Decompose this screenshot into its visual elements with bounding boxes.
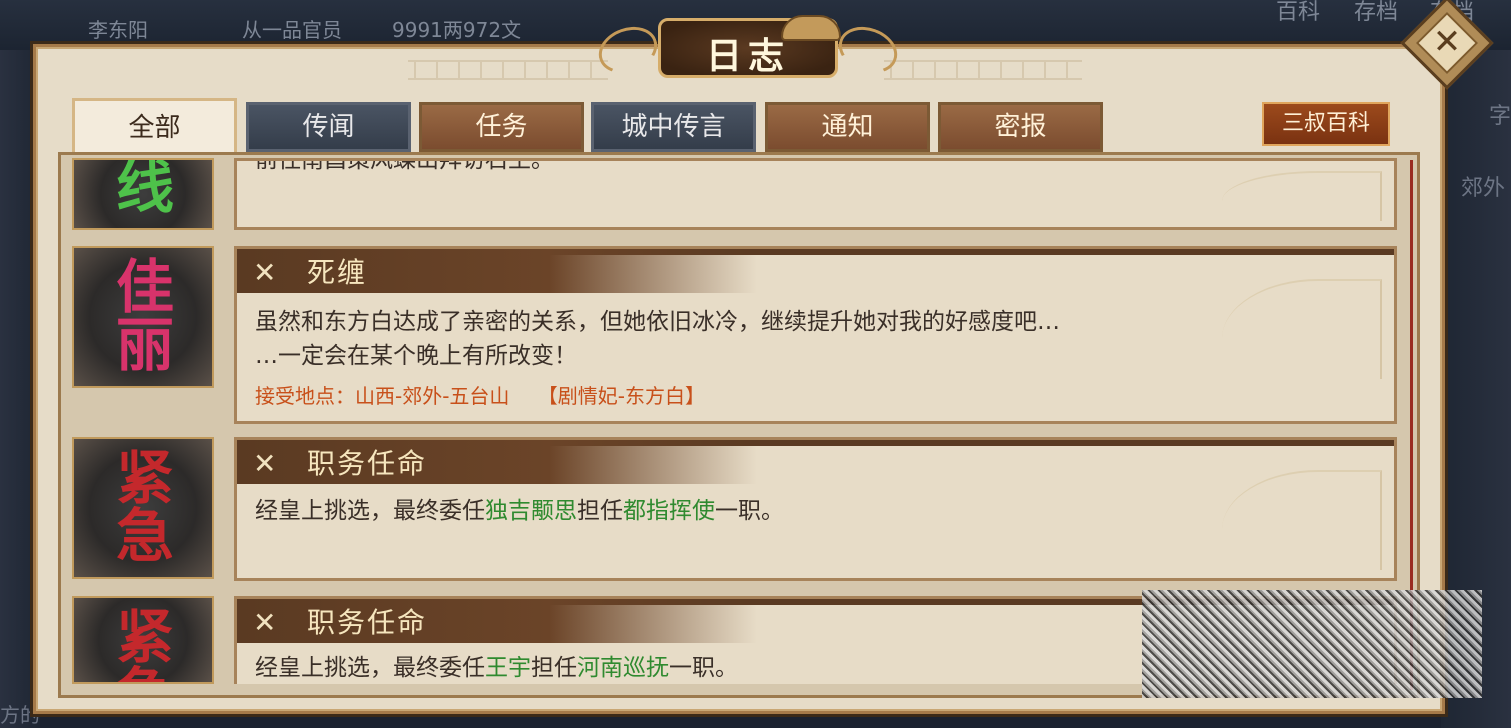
tab-rumors[interactable]: 传闻 <box>246 102 411 152</box>
person-name[interactable]: 独吉颙思 <box>485 498 577 524</box>
bg-player-rank: 从一品官员 <box>242 18 342 42</box>
bg-right-label-1: 字 <box>1488 104 1511 129</box>
body-text: 担任 <box>531 655 577 681</box>
entry-header: ✕ 死缠 <box>237 249 1394 297</box>
body-text: 担任 <box>577 498 623 524</box>
dragon-left-ornament <box>592 19 664 81</box>
tab-all[interactable]: 全部 <box>72 98 237 156</box>
badge-char-2: 急 <box>115 502 174 570</box>
close-icon[interactable]: ✕ <box>1432 18 1462 66</box>
entry-badge-questline: 线 <box>72 158 214 230</box>
entry-badge-beauty: 佳 丽 <box>72 246 214 388</box>
obscured-region <box>1142 590 1482 698</box>
tab-quests[interactable]: 任务 <box>419 102 584 152</box>
bg-save-label: 存档 <box>1354 0 1399 25</box>
badge-char-1: 佳 <box>115 253 174 321</box>
dialog-title: 日志 <box>705 35 790 77</box>
body-text: 经皇上挑选，最终委任 <box>255 498 485 524</box>
post-name[interactable]: 河南巡抚 <box>577 655 669 681</box>
tab-city-gossip[interactable]: 城中传言 <box>591 102 756 152</box>
tab-notices[interactable]: 通知 <box>765 102 930 152</box>
title-plaque: 日志 <box>592 8 904 86</box>
entry-title: 死缠 <box>307 256 368 289</box>
bg-right-label-2: 郊外 <box>1460 176 1505 201</box>
crossed-swords-icon: ✕ <box>253 256 277 289</box>
entry-body-line-1: 虽然和东方白达成了亲密的关系，但她依旧冰冷，继续提升她对我的好感度吧… <box>255 309 1060 335</box>
log-entry-card[interactable]: ✕ 死缠 虽然和东方白达成了亲密的关系，但她依旧冰冷，继续提升她对我的好感度吧…… <box>234 246 1397 424</box>
entry-body: 经皇上挑选，最终委任王宇担任河南巡抚一职。 <box>255 651 738 684</box>
badge-char: 线 <box>115 158 174 221</box>
body-text: 经皇上挑选，最终委任 <box>255 655 485 681</box>
entry-header: ✕ 职务任命 <box>237 440 1394 488</box>
fret-border-right <box>884 60 1082 80</box>
fret-border-left <box>408 60 608 80</box>
body-text: 一职。 <box>669 655 738 681</box>
bg-player-money: 9991两972文 <box>392 18 522 42</box>
encyclopedia-button[interactable]: 三叔百科 <box>1262 102 1390 146</box>
entry-body-line-2: …一定会在某个晚上有所改变！ <box>255 343 577 369</box>
entry-title: 职务任命 <box>307 606 428 639</box>
person-name[interactable]: 王宇 <box>485 655 531 681</box>
badge-char-2: 急 <box>74 664 212 682</box>
badge-char-1: 紧 <box>115 603 174 671</box>
log-entry-card[interactable]: 前往南昌策风蝶山拜访石王。 <box>234 158 1397 230</box>
mountain-decoration <box>1222 171 1382 221</box>
crossed-swords-icon: ✕ <box>253 447 277 480</box>
bg-encyclopedia-label: 百科 <box>1276 0 1321 25</box>
bg-player-name: 李东阳 <box>88 18 148 42</box>
entry-badge-urgent: 紧 急 <box>72 596 214 684</box>
tab-secret-reports[interactable]: 密报 <box>938 102 1103 152</box>
dragon-right-ornament <box>832 19 904 81</box>
post-name[interactable]: 都指挥使 <box>623 498 715 524</box>
entry-title: 职务任命 <box>307 447 428 480</box>
title-bar: 日志 <box>658 15 841 78</box>
entry-tag[interactable]: 【剧情妃-东方白】 <box>538 384 705 408</box>
log-entry-card[interactable]: ✕ 职务任命 经皇上挑选，最终委任独吉颙思担任都指挥使一职。 <box>234 437 1397 581</box>
badge-char-1: 紧 <box>115 444 174 512</box>
body-text: 一职。 <box>715 498 784 524</box>
entry-location: 接受地点：山西-郊外-五台山 <box>255 384 510 408</box>
badge-char-2: 丽 <box>115 311 174 379</box>
crossed-swords-icon: ✕ <box>253 606 277 639</box>
entry-badge-urgent: 紧 急 <box>72 437 214 579</box>
entry-body: 经皇上挑选，最终委任独吉颙思担任都指挥使一职。 <box>255 494 784 528</box>
entry-body: 前往南昌策风蝶山拜访石王。 <box>255 158 554 173</box>
entry-meta: 接受地点：山西-郊外-五台山 【剧情妃-东方白】 <box>255 381 705 411</box>
